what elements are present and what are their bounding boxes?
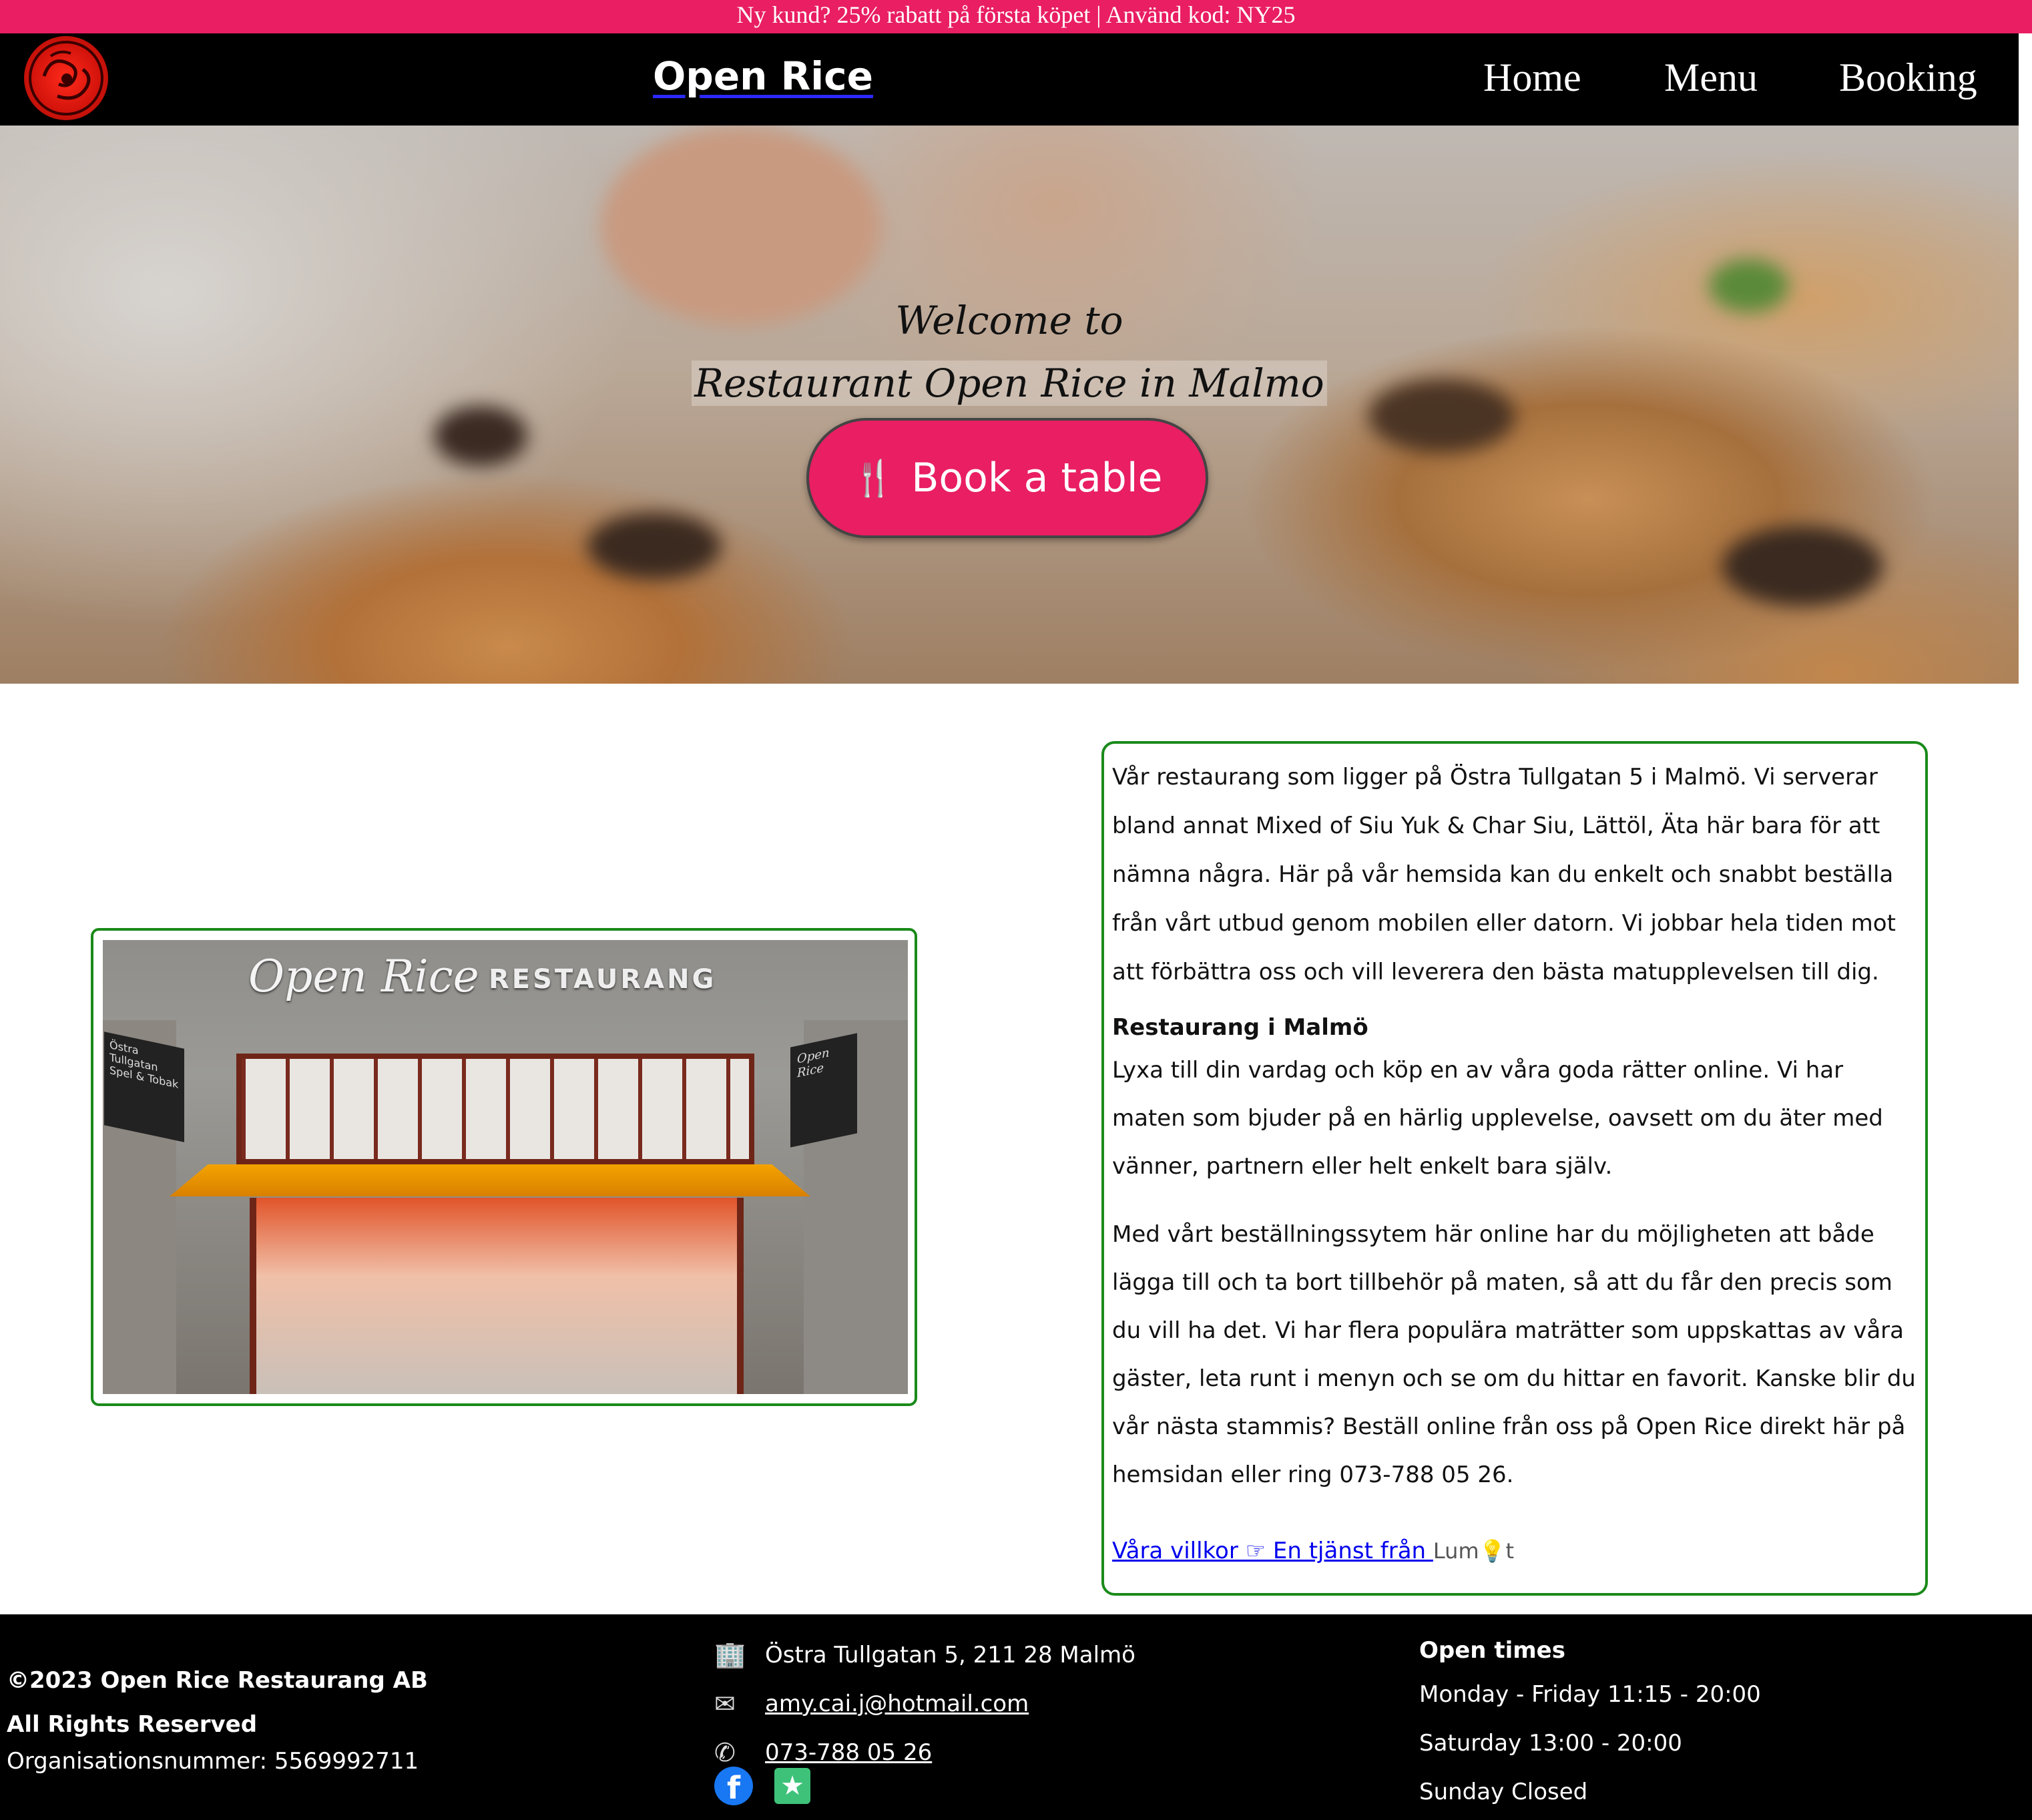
restaurant-storefront-photo: Östra Tullgatan Spel & Tobak Open Rice O…: [103, 940, 908, 1394]
site-footer: ©2023 Open Rice Restaurang AB All Rights…: [0, 1614, 2032, 1820]
hero-food-blur: [1722, 526, 1882, 606]
terms-row: Våra villkor ☞ En tjänst från Lum💡t: [1112, 1531, 1919, 1571]
about-text-card: Vår restaurang som ligger på Östra Tullg…: [1101, 741, 1928, 1596]
footer-contact: 🏢 Östra Tullgatan 5, 211 28 Malmö ✉ amy.…: [714, 1630, 1135, 1777]
provider-logo-text-a: Lum: [1433, 1538, 1479, 1564]
building-icon: 🏢: [714, 1640, 746, 1669]
about-paragraph-3: Med vårt beställningssytem här online ha…: [1112, 1221, 1916, 1488]
phone-icon: ✆: [714, 1737, 736, 1767]
footer-hours-sunday: Sunday Closed: [1419, 1779, 1588, 1805]
swirl-logo-icon: [29, 41, 103, 116]
promo-text: Ny kund? 25% rabatt på första köpet | An…: [736, 1, 1296, 28]
footer-email-row: ✉ amy.cai.j@hotmail.com: [714, 1679, 1135, 1728]
facebook-icon[interactable]: f: [714, 1767, 753, 1806]
about-heading: Restaurang i Malmö: [1112, 1014, 1368, 1041]
footer-address: Östra Tullgatan 5, 211 28 Malmö: [765, 1641, 1135, 1668]
footer-org-number: Organisationsnummer: 5569992711: [7, 1748, 419, 1775]
book-table-button[interactable]: 🍴 Book a table: [806, 418, 1208, 538]
brand-title-link[interactable]: Open Rice: [653, 53, 873, 99]
footer-phone-link[interactable]: 073-788 05 26: [765, 1739, 932, 1766]
provider-logo-text-b: t: [1505, 1538, 1514, 1564]
photo-awning: [170, 1164, 810, 1196]
photo-hanging-sign: Open Rice: [790, 1033, 857, 1148]
review-star-icon[interactable]: ★: [774, 1768, 810, 1804]
hero-food-blur: [587, 513, 721, 580]
footer-email-link[interactable]: amy.cai.j@hotmail.com: [765, 1690, 1029, 1717]
footer-copyright: ©2023 Open Rice Restaurang AB: [7, 1667, 428, 1694]
hero-hand-blur: [601, 126, 881, 326]
promo-banner: Ny kund? 25% rabatt på första köpet | An…: [0, 0, 2032, 33]
photo-sign-text: RESTAURANG: [489, 964, 717, 995]
provider-logo[interactable]: Lum💡t: [1433, 1538, 1514, 1564]
restaurant-logo[interactable]: [24, 36, 108, 120]
photo-entrance: [250, 1198, 744, 1394]
nav-menu-link[interactable]: Menu: [1664, 55, 1758, 101]
photo-sign-script: Open Rice: [248, 951, 479, 1002]
fork-knife-icon: 🍴: [852, 458, 896, 499]
mail-icon: ✉: [714, 1688, 736, 1719]
hero-restaurant-text: Restaurant Open Rice in Malmo: [692, 361, 1327, 406]
hero-banner: Welcome to Restaurant Open Rice in Malmo…: [0, 126, 2019, 684]
nav-booking-link[interactable]: Booking: [1839, 55, 1977, 101]
about-paragraph-1: Vår restaurang som ligger på Östra Tullg…: [1112, 764, 1896, 985]
footer-address-row: 🏢 Östra Tullgatan 5, 211 28 Malmö: [714, 1630, 1135, 1679]
footer-social: f ★: [714, 1767, 810, 1806]
site-header: Open Rice Home Menu Booking: [0, 33, 2019, 126]
footer-open-times: Open times Monday - Friday 11:15 - 20:00…: [1419, 1630, 1761, 1817]
hero-restaurant-line: Restaurant Open Rice in Malmo: [0, 361, 2019, 406]
restaurant-photo-frame: Östra Tullgatan Spel & Tobak Open Rice O…: [91, 928, 917, 1406]
footer-hours-title: Open times: [1419, 1637, 1565, 1664]
lightbulb-icon: 💡: [1479, 1538, 1506, 1564]
footer-copyright-block: ©2023 Open Rice Restaurang AB All Rights…: [7, 1658, 428, 1747]
footer-hours-saturday: Saturday 13:00 - 20:00: [1419, 1730, 1682, 1757]
book-table-label: Book a table: [911, 455, 1163, 501]
terms-link[interactable]: Våra villkor ☞ En tjänst från: [1112, 1538, 1433, 1564]
hero-welcome-line: Welcome to: [895, 298, 1123, 343]
about-paragraph-2: Lyxa till din vardag och köp en av våra …: [1112, 1057, 1883, 1180]
hero-food-blur: [434, 406, 527, 466]
footer-hours-weekday: Monday - Friday 11:15 - 20:00: [1419, 1681, 1761, 1708]
nav-home-link[interactable]: Home: [1483, 55, 1581, 101]
photo-shop-plate: Östra Tullgatan Spel & Tobak: [104, 1032, 184, 1142]
photo-window: [236, 1054, 754, 1164]
footer-rights: All Rights Reserved: [7, 1711, 258, 1738]
